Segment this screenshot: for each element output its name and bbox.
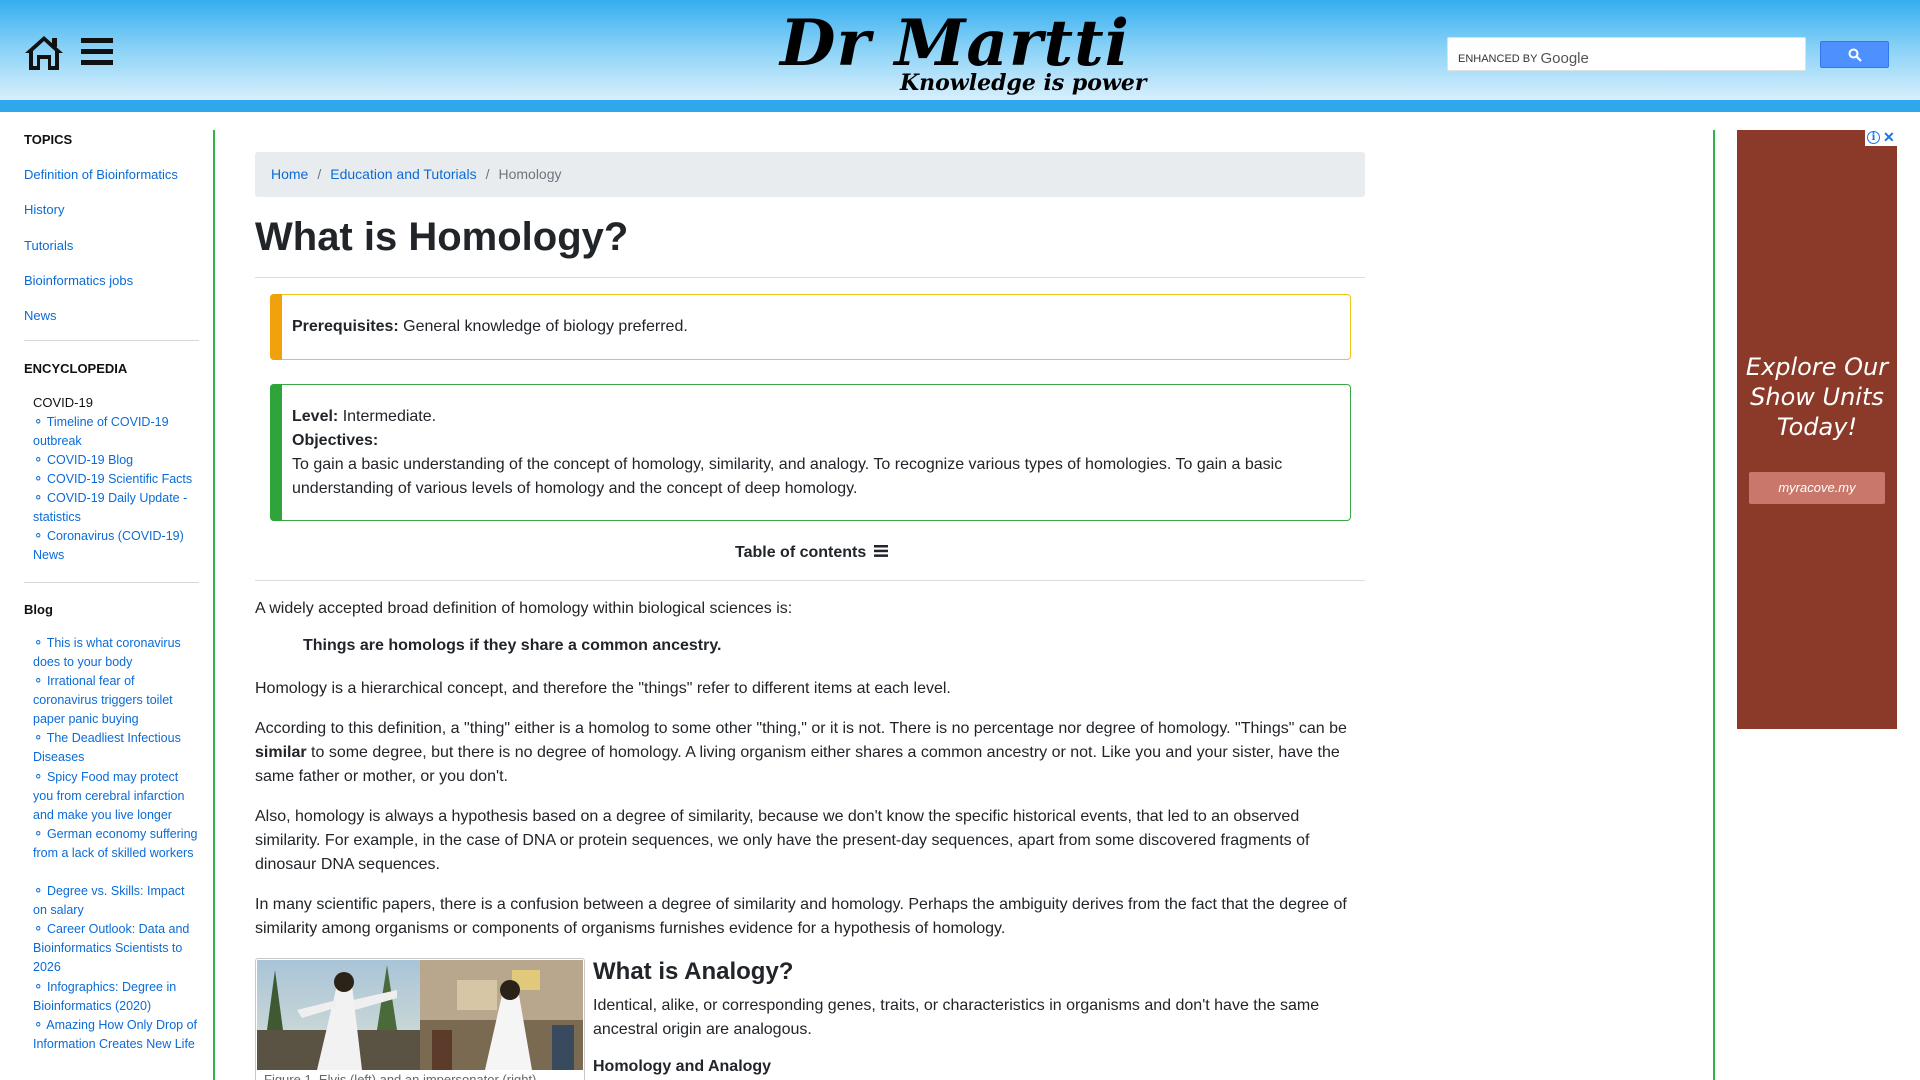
sidebar-divider — [24, 582, 199, 583]
ad-info-icon[interactable]: i — [1867, 131, 1880, 144]
callout-accent-bar — [270, 294, 282, 360]
paragraph-line: similarity among organisms or components… — [255, 920, 1006, 937]
blog-item[interactable]: ⚬ Amazing How Only Drop of Information C… — [33, 1016, 201, 1054]
site-header: Dr Martti Knowledge is power ENHANCED BY… — [0, 0, 1920, 112]
ad-headline: Explore Our Show Units Today! — [1737, 352, 1897, 442]
elvis-photo — [257, 960, 583, 1070]
search-input[interactable] — [1588, 42, 1798, 66]
topics-heading: TOPICS — [24, 132, 73, 147]
hamburger-menu-icon[interactable] — [81, 37, 113, 67]
breadcrumb-separator: / — [317, 166, 322, 182]
breadcrumb-separator: / — [485, 166, 490, 182]
ad-headline-line: Today! — [1776, 413, 1858, 441]
level-callout: Level: Intermediate. Objectives: To gain… — [270, 384, 1351, 521]
ad-headline-line: Show Units — [1750, 383, 1884, 411]
sidebar-link-definition[interactable]: Definition of Bioinformatics — [24, 167, 178, 182]
blog-item[interactable]: ⚬ Infographics: Degree in Bioinformatics… — [33, 978, 201, 1016]
sidebar-link-news[interactable]: News — [24, 308, 57, 323]
paragraph-line: Also, homology is always a hypothesis ba… — [255, 808, 1300, 825]
breadcrumb-current: Homology — [498, 166, 562, 182]
sidebar-divider — [24, 340, 199, 341]
paragraph-line: similarity. For example, in the case of … — [255, 832, 1310, 849]
paragraph-line: to some degree, but there is no degree o… — [306, 744, 1340, 761]
encyclopedia-item[interactable]: ⚬ COVID-19 Blog — [33, 451, 201, 470]
objectives-line: To gain a basic understanding of the con… — [292, 456, 1283, 473]
paragraph-line: dinosaur DNA sequences. — [255, 856, 440, 873]
search-box[interactable]: ENHANCED BY Google — [1447, 37, 1806, 71]
objectives-line: understanding of various levels of homol… — [292, 480, 858, 497]
figure-elvis[interactable]: Figure 1. Elvis (left) and an impersonat… — [255, 958, 585, 1080]
paragraph-line: same father or mother, or you don't. — [255, 768, 508, 785]
paragraph-line: In many scientific papers, there is a co… — [255, 896, 1347, 913]
breadcrumb-section[interactable]: Education and Tutorials — [330, 166, 476, 182]
blog-item[interactable]: ⚬ This is what coronavirus does to your … — [33, 634, 201, 672]
paragraph-line: Identical, alike, or corresponding genes… — [593, 997, 1320, 1014]
definition-quote: Things are homologs if they share a comm… — [303, 637, 722, 654]
sidebar-border — [213, 130, 215, 1080]
logo-tagline: Knowledge is power — [900, 70, 1147, 96]
sidebar-link-tutorials[interactable]: Tutorials — [24, 238, 73, 253]
page-title: What is Homology? — [255, 215, 629, 259]
list-icon — [873, 545, 888, 557]
bold-term: similar — [255, 744, 307, 761]
level-content: Level: Intermediate. Objectives: To gain… — [292, 405, 1342, 501]
prerequisites-label: Prerequisites: — [292, 318, 399, 335]
prerequisites-callout: Prerequisites: General knowledge of biol… — [270, 294, 1351, 360]
google-brand: Google — [1540, 50, 1589, 67]
level-text: Intermediate. — [342, 408, 437, 425]
paragraph: According to this definition, a "thing" … — [255, 717, 1365, 789]
paragraph: In many scientific papers, there is a co… — [255, 893, 1365, 941]
sidebar-link-jobs[interactable]: Bioinformatics jobs — [24, 273, 133, 288]
objectives-label: Objectives: — [292, 432, 379, 449]
search-button[interactable] — [1820, 41, 1889, 68]
blog-item[interactable]: ⚬ Spicy Food may protect you from cerebr… — [33, 768, 201, 825]
encyclopedia-group: COVID-19 — [33, 395, 93, 410]
paragraph: A widely accepted broad definition of ho… — [255, 600, 793, 617]
figure-caption: Figure 1. Elvis (left) and an impersonat… — [264, 1072, 540, 1080]
ad-cta-button[interactable]: myracove.my — [1749, 472, 1885, 504]
paragraph: Also, homology is always a hypothesis ba… — [255, 805, 1365, 877]
encyclopedia-heading: ENCYCLOPEDIA — [24, 361, 128, 376]
encyclopedia-item[interactable]: ⚬ Coronavirus (COVID-19) News — [33, 527, 201, 565]
encyclopedia-item[interactable]: ⚬ Timeline of COVID-19 outbreak — [33, 413, 201, 451]
sidebar-link-history[interactable]: History — [24, 202, 64, 217]
ad-close-icon[interactable]: ✕ — [1883, 130, 1895, 145]
level-label: Level: — [292, 408, 339, 425]
callout-accent-bar — [270, 384, 282, 521]
encyclopedia-item[interactable]: ⚬ COVID-19 Daily Update - statistics — [33, 489, 201, 527]
search-enhanced-label: ENHANCED BY Google — [1458, 50, 1589, 67]
prerequisites-line: Prerequisites: General knowledge of biol… — [292, 315, 688, 339]
toc-label: Table of contents — [735, 544, 867, 561]
encyclopedia-item[interactable]: ⚬ COVID-19 Scientific Facts — [33, 470, 201, 489]
table-of-contents-toggle[interactable]: Table of contents — [735, 544, 888, 562]
paragraph-line: According to this definition, a "thing" … — [255, 720, 1347, 737]
prerequisites-text: General knowledge of biology preferred. — [403, 318, 688, 335]
search-icon — [1848, 48, 1862, 62]
ad-controls: i ✕ — [1865, 130, 1897, 146]
blog-item[interactable]: ⚬ The Deadliest Infectious Diseases — [33, 729, 201, 767]
blog-item[interactable]: ⚬ Degree vs. Skills: Impact on salary — [33, 882, 201, 920]
analogy-heading: What is Analogy? — [593, 958, 794, 985]
ad-column-border — [1713, 130, 1715, 1080]
blog-item[interactable]: ⚬ Irrational fear of coronavirus trigger… — [33, 672, 201, 729]
site-logo[interactable]: Dr Martti Knowledge is power — [775, 6, 1147, 102]
homology-analogy-heading: Homology and Analogy — [593, 1058, 772, 1075]
blog-item[interactable]: ⚬ German economy suffering from a lack o… — [33, 825, 201, 863]
title-divider — [255, 277, 1365, 278]
ad-headline-line: Explore Our — [1745, 353, 1889, 381]
paragraph-line: ancestral origin are analogous. — [593, 1021, 812, 1038]
advertisement-banner[interactable]: i ✕ Explore Our Show Units Today! myraco… — [1737, 130, 1897, 729]
paragraph: Homology is a hierarchical concept, and … — [255, 680, 951, 697]
blog-heading: Blog — [24, 602, 53, 617]
analogy-paragraph: Identical, alike, or corresponding genes… — [593, 994, 1365, 1042]
breadcrumb: Home / Education and Tutorials / Homology — [255, 152, 1365, 197]
breadcrumb-home[interactable]: Home — [271, 166, 308, 182]
toc-divider — [255, 580, 1365, 581]
home-icon[interactable] — [24, 34, 64, 72]
blog-item[interactable]: ⚬ Career Outlook: Data and Bioinformatic… — [33, 920, 201, 977]
